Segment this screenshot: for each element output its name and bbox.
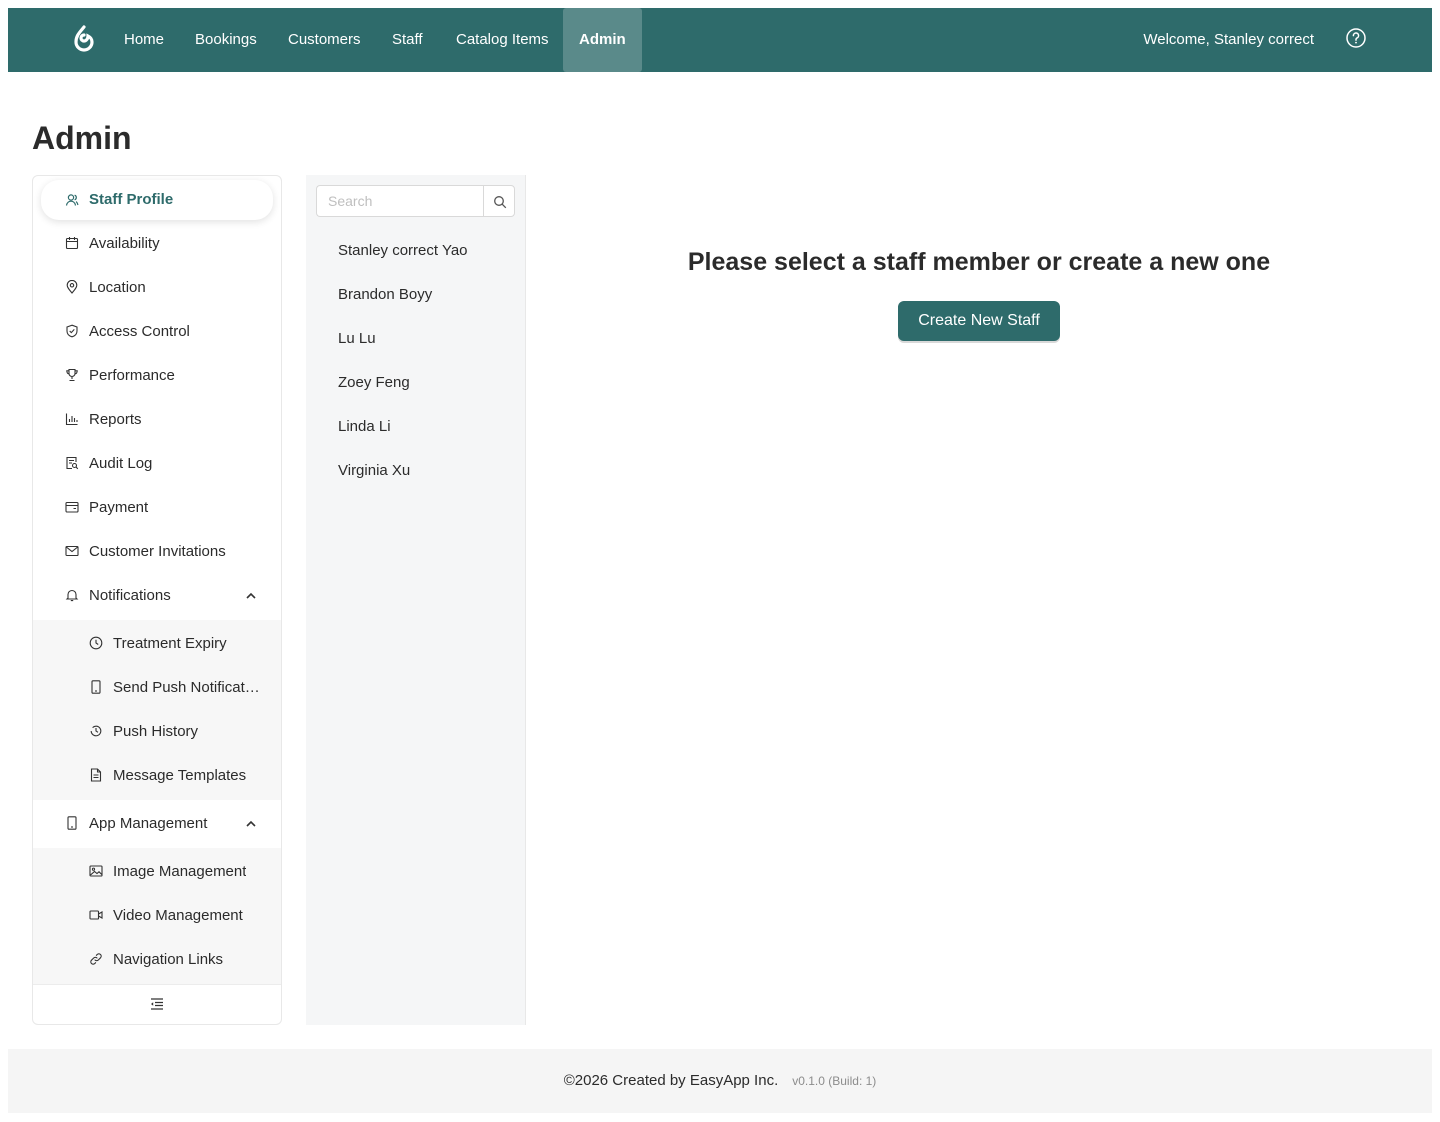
sidebar-item-label: Audit Log (89, 455, 153, 472)
sidebar-item-customer-invitations[interactable]: Customer Invitations (33, 530, 281, 574)
help-icon[interactable] (1346, 28, 1366, 48)
sidebar-item-image-management[interactable]: Image Management (33, 850, 281, 894)
sidebar-item-performance[interactable]: Performance (33, 354, 281, 398)
mobile-icon (67, 816, 77, 830)
staff-list-item[interactable]: Virginia Xu (338, 449, 410, 493)
staff-search-input[interactable] (316, 185, 484, 217)
sidebar-item-label: Navigation Links (113, 951, 224, 968)
sidebar-item-label: App Management (89, 815, 208, 832)
empty-state-message: Please select a staff member or create a… (687, 248, 1271, 276)
sidebar-item-label: Customer Invitations (89, 543, 226, 560)
nav-admin[interactable]: Admin (563, 8, 642, 72)
nav-customers[interactable]: Customers (288, 8, 361, 72)
wallet-icon (65, 501, 79, 513)
trophy-icon (66, 368, 78, 382)
file-search-icon (66, 456, 79, 470)
app-management-submenu: Image Management Video Management Naviga… (33, 848, 281, 984)
sidebar-item-label: Performance (89, 367, 175, 384)
sidebar-collapse-button[interactable] (33, 984, 281, 1024)
sidebar-item-notifications[interactable]: Notifications (33, 574, 281, 618)
sidebar-item-label: Image Management (113, 863, 247, 880)
sidebar-item-label: Video Management (113, 907, 243, 924)
nav-catalog-items[interactable]: Catalog Items (456, 8, 549, 72)
welcome-text[interactable]: Welcome, Stanley correct (1143, 8, 1314, 72)
sidebar-item-staff-profile[interactable]: Staff Profile (41, 180, 273, 220)
sidebar-item-label: Location (89, 279, 146, 296)
staff-list-item[interactable]: Brandon Boyy (338, 273, 432, 317)
staff-list-item[interactable]: Zoey Feng (338, 361, 410, 405)
history-icon (90, 725, 102, 737)
link-icon (90, 953, 102, 965)
sidebar-item-treatment-expiry[interactable]: Treatment Expiry (33, 622, 281, 666)
sidebar-item-audit-log[interactable]: Audit Log (33, 442, 281, 486)
copyright-text: ©2026 Created by EasyApp Inc. (563, 1072, 779, 1089)
sidebar-item-label: Message Templates (113, 767, 247, 784)
sidebar-item-location[interactable]: Location (33, 266, 281, 310)
sidebar-item-label: Notifications (89, 587, 171, 604)
sidebar-item-label: Send Push Notifications (113, 679, 261, 696)
sidebar-item-app-management[interactable]: App Management (33, 802, 281, 846)
sidebar-item-label: Availability (89, 235, 160, 252)
admin-sidebar: Staff Profile Availability Location Acce… (32, 175, 282, 1025)
chevron-up-icon[interactable] (245, 819, 257, 829)
staff-list-item[interactable]: Lu Lu (338, 317, 376, 361)
user-group-icon (65, 194, 79, 206)
sidebar-item-payment[interactable]: Payment (33, 486, 281, 530)
page-title: Admin (32, 120, 132, 156)
menu-fold-icon (151, 998, 163, 1010)
sidebar-item-label: Reports (89, 411, 142, 428)
staff-list-item[interactable]: Stanley correct Yao (338, 229, 468, 273)
calendar-icon (65, 237, 79, 250)
chevron-up-icon[interactable] (245, 591, 257, 601)
sidebar-item-navigation-links[interactable]: Navigation Links (33, 938, 281, 982)
nav-home[interactable]: Home (124, 8, 164, 72)
sidebar-item-reports[interactable]: Reports (33, 398, 281, 442)
sidebar-item-send-push-notifications[interactable]: Send Push Notifications (33, 666, 281, 710)
bar-chart-icon (65, 413, 78, 426)
nav-bookings[interactable]: Bookings (195, 8, 257, 72)
staff-list-item[interactable]: Linda Li (338, 405, 391, 449)
sidebar-item-message-templates[interactable]: Message Templates (33, 754, 281, 798)
sidebar-item-label: Push History (113, 723, 199, 740)
image-icon (89, 865, 103, 877)
sidebar-item-label: Staff Profile (89, 191, 174, 208)
sidebar-item-access-control[interactable]: Access Control (33, 310, 281, 354)
create-new-staff-button[interactable]: Create New Staff (898, 301, 1060, 341)
video-icon (89, 910, 103, 920)
sidebar-item-availability[interactable]: Availability (33, 222, 281, 266)
search-icon (494, 196, 507, 209)
document-icon (90, 768, 102, 782)
clock-icon (89, 636, 103, 650)
mail-icon (65, 545, 79, 557)
search-button[interactable] (483, 185, 515, 217)
bell-icon (65, 589, 79, 602)
top-nav-bar: Home Bookings Customers Staff Catalog It… (8, 8, 1432, 72)
version-text: v0.1.0 (Build: 1) (792, 1074, 877, 1088)
app-logo-icon[interactable] (70, 24, 98, 54)
sidebar-item-label: Payment (89, 499, 149, 516)
footer: ©2026 Created by EasyApp Inc. v0.1.0 (Bui… (8, 1049, 1432, 1113)
shield-check-icon (66, 324, 78, 338)
location-pin-icon (66, 280, 78, 294)
notifications-submenu: Treatment Expiry Send Push Notifications… (33, 620, 281, 800)
sidebar-item-label: Access Control (89, 323, 190, 340)
sidebar-item-label: Treatment Expiry (113, 635, 227, 652)
nav-staff[interactable]: Staff (392, 8, 423, 72)
mobile-icon (91, 680, 101, 694)
sidebar-item-push-history[interactable]: Push History (33, 710, 281, 754)
sidebar-item-video-management[interactable]: Video Management (33, 894, 281, 938)
staff-list-panel: Stanley correct Yao Brandon Boyy Lu Lu Z… (306, 175, 526, 1025)
